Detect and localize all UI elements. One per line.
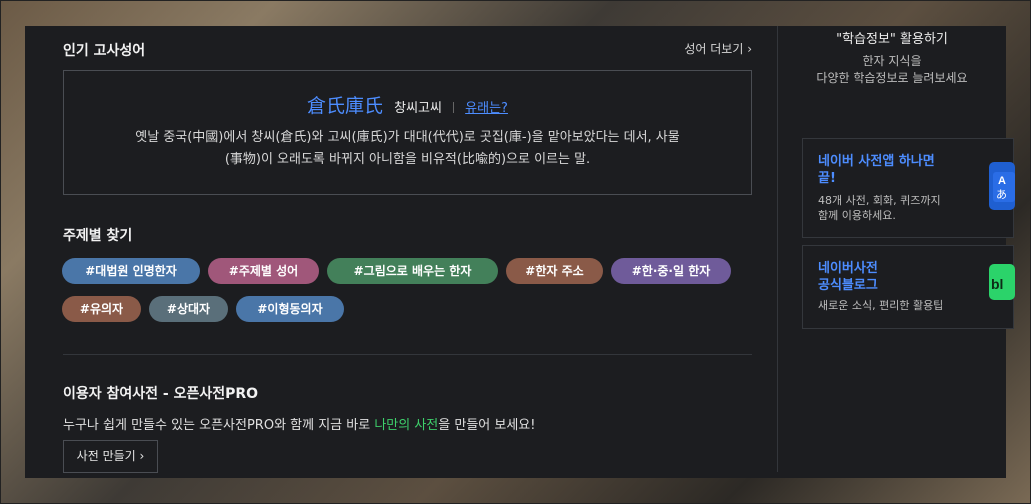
idiom-description: 옛날 중국(中國)에서 창씨(倉氏)와 고씨(庫氏)가 대대(代代)로 곳집(庫… — [78, 127, 737, 171]
blog-icon: bl — [989, 264, 1015, 300]
promo-official-blog[interactable]: 네이버사전 공식블로그 새로운 소식, 편리한 활용팁 bl — [802, 245, 1015, 329]
idiom-origin-link[interactable]: 유래는? — [465, 101, 508, 116]
dictionary-app-icon: A あ — [989, 162, 1015, 210]
promo-description: 새로운 소식, 편리한 활용팁 — [818, 298, 943, 313]
study-info-title: "학습정보" 활용하기 — [836, 32, 948, 47]
promo-desc-line: 새로운 소식, 편리한 활용팁 — [818, 299, 944, 312]
study-info-subtitle-line: 한자 지식을 — [862, 54, 922, 68]
idiom-description-line: 옛날 중국(中國)에서 창씨(倉氏)와 고씨(庫氏)가 대대(代代)로 곳집(庫… — [135, 130, 680, 145]
idiom-description-line: (事物)이 오래도록 바뀌지 아니함을 비유적(比喩的)으로 이르는 말. — [224, 152, 591, 167]
promo-title: 네이버 사전앱 하나면 끝! — [818, 153, 935, 187]
make-dictionary-button[interactable]: 사전 만들기 › — [63, 440, 158, 473]
promo-desc-line: 함께 이용하세요. — [818, 209, 896, 222]
promo-title-line: 공식블로그 — [818, 278, 878, 293]
content-panel: 인기 고사성어 성어 더보기 › 倉氏庫氏 창씨고씨 유래는? 옛날 중국(中國… — [25, 26, 1015, 478]
promo-description: 48개 사전, 회화, 퀴즈까지 함께 이용하세요. — [818, 193, 941, 223]
idiom-header: 倉氏庫氏 창씨고씨 유래는? — [64, 91, 751, 118]
open-dict-highlight-link[interactable]: 나만의 사전 — [374, 418, 438, 433]
topic-tag[interactable]: #한자 주소 — [506, 258, 603, 284]
topics-title: 주제별 찾기 — [63, 228, 133, 244]
topic-tag[interactable]: #이형동의자 — [236, 296, 344, 322]
open-dict-title: 이용자 참여사전 - 오픈사전PRO — [63, 386, 259, 402]
section-divider — [63, 354, 752, 355]
promo-desc-line: 48개 사전, 회화, 퀴즈까지 — [818, 194, 941, 207]
idiom-separator — [453, 102, 455, 113]
promo-title-line: 네이버 사전앱 하나면 — [818, 154, 935, 169]
open-dict-desc-text: 을 만들어 보세요! — [438, 418, 536, 433]
more-idioms-label: 성어 더보기 — [684, 42, 744, 56]
idiom-card: 倉氏庫氏 창씨고씨 유래는? 옛날 중국(中國)에서 창씨(倉氏)와 고씨(庫氏… — [63, 70, 752, 195]
make-dictionary-label: 사전 만들기 — [76, 449, 136, 463]
study-info-subtitle: 한자 지식을 다양한 학습정보로 늘려보세요 — [778, 53, 1006, 87]
svg-text:bl: bl — [991, 276, 1003, 292]
topic-tag[interactable]: #주제별 성어 — [208, 258, 319, 284]
chevron-right-icon: › — [747, 42, 752, 56]
main-column: 인기 고사성어 성어 더보기 › 倉氏庫氏 창씨고씨 유래는? 옛날 중국(中國… — [25, 26, 777, 478]
more-idioms-link[interactable]: 성어 더보기 › — [684, 40, 752, 57]
topic-tag[interactable]: #한·중·일 한자 — [611, 258, 731, 284]
study-info-subtitle-line: 다양한 학습정보로 늘려보세요 — [816, 71, 968, 85]
promo-title-line: 끝! — [818, 171, 836, 186]
popular-idioms-title: 인기 고사성어 — [63, 43, 146, 59]
topic-tag[interactable]: #대법원 인명한자 — [62, 258, 200, 284]
topic-tag[interactable]: #그림으로 배우는 한자 — [327, 258, 498, 284]
open-dict-description: 누구나 쉽게 만들수 있는 오픈사전PRO와 함께 지금 바로 나만의 사전을 … — [63, 414, 535, 433]
topic-tag[interactable]: #유의자 — [62, 296, 141, 322]
idiom-hanja[interactable]: 倉氏庫氏 — [307, 95, 383, 117]
side-column: "학습정보" 활용하기 한자 지식을 다양한 학습정보로 늘려보세요 네이버 사… — [778, 26, 1015, 478]
promo-dictionary-app[interactable]: 네이버 사전앱 하나면 끝! 48개 사전, 회화, 퀴즈까지 함께 이용하세요… — [802, 138, 1015, 238]
topic-tag[interactable]: #상대자 — [149, 296, 228, 322]
promo-title: 네이버사전 공식블로그 — [818, 260, 878, 294]
promo-title-line: 네이버사전 — [818, 261, 878, 276]
idiom-hangul: 창씨고씨 — [394, 101, 442, 116]
svg-text:あ: あ — [996, 188, 1007, 201]
open-dict-desc-text: 누구나 쉽게 만들수 있는 오픈사전PRO와 함께 지금 바로 — [63, 418, 375, 433]
svg-text:A: A — [998, 175, 1006, 187]
chevron-right-icon: › — [139, 449, 145, 463]
